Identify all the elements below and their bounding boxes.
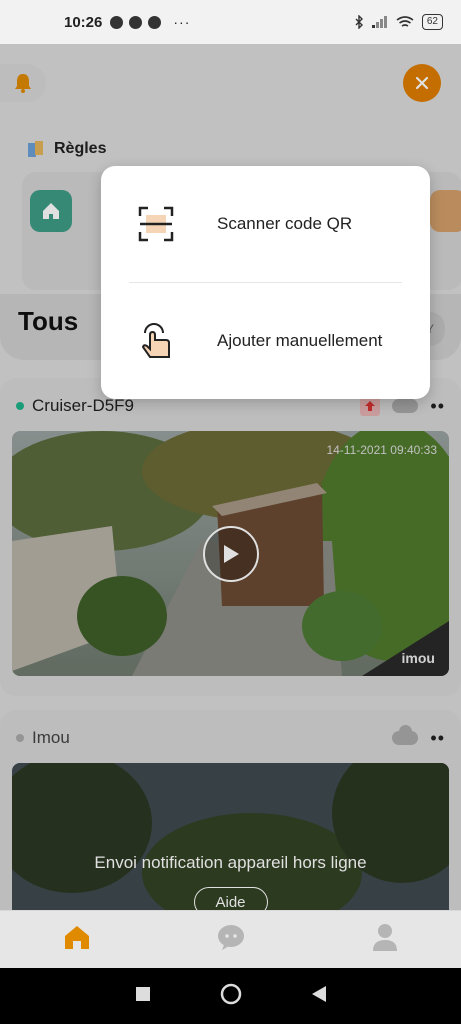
- bluetooth-icon: [355, 15, 363, 29]
- person-icon: [372, 924, 397, 951]
- add-manually-label: Ajouter manuellement: [217, 331, 383, 350]
- whatsapp-icon: [110, 15, 124, 29]
- add-manually-option[interactable]: Ajouter manuellement: [101, 283, 430, 399]
- system-navigation-bar: [0, 968, 461, 1024]
- recents-button[interactable]: [135, 986, 151, 1007]
- nav-home-tab[interactable]: [62, 923, 92, 956]
- status-bar: 10:26 ··· 62: [0, 0, 461, 44]
- scan-qr-label: Scanner code QR: [217, 214, 353, 233]
- app-screen: Règles Tous Y Cruiser-D5F9 ••: [0, 44, 461, 910]
- add-device-menu: Scanner code QR Ajouter manuellement: [101, 166, 430, 399]
- bottom-navigation: [0, 910, 461, 968]
- more-notifications: ···: [173, 14, 191, 30]
- signal-icon: [371, 16, 387, 28]
- home-button[interactable]: [220, 983, 242, 1010]
- nav-profile-tab[interactable]: [371, 922, 399, 957]
- nav-messages-tab[interactable]: [216, 923, 246, 956]
- hand-tap-icon: [137, 322, 175, 360]
- circle-icon: [220, 983, 241, 1004]
- battery-indicator: 62: [421, 14, 443, 30]
- home-icon: [65, 926, 90, 949]
- messenger-icon: [129, 15, 143, 29]
- back-triangle-icon: [311, 985, 326, 1002]
- notification-icons: [110, 15, 162, 29]
- scan-qr-option[interactable]: Scanner code QR: [101, 166, 430, 282]
- twitter-icon: [148, 15, 162, 29]
- status-right: 62: [354, 14, 443, 30]
- chat-icon: [218, 925, 245, 950]
- status-time: 10:26: [64, 13, 103, 31]
- square-icon: [135, 986, 150, 1001]
- qr-scan-icon: [137, 205, 175, 243]
- wifi-icon: [396, 15, 414, 27]
- back-button[interactable]: [311, 985, 327, 1008]
